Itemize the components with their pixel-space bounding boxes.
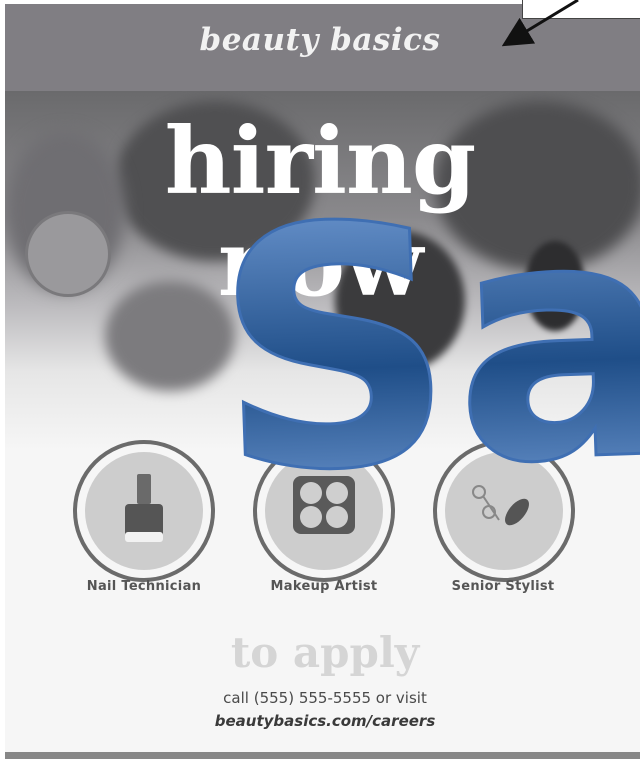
wordart-text: Sar <box>209 140 640 546</box>
arrow-icon <box>501 0 579 47</box>
wordart-overlay: Sar <box>208 139 640 548</box>
